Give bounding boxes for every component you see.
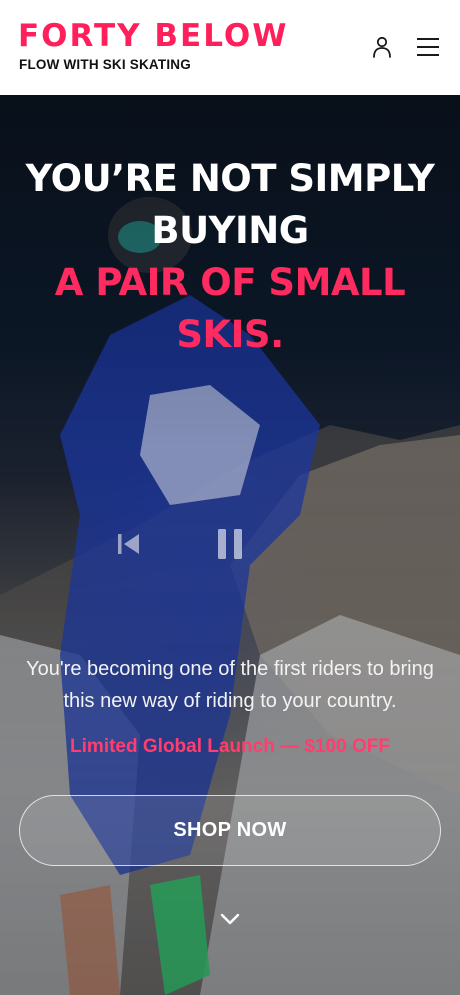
chevron-down-icon[interactable] (218, 910, 242, 928)
brand-logo[interactable]: FORTY BELOW (18, 18, 288, 54)
pause-icon[interactable] (214, 525, 246, 563)
site-header: FORTY BELOW FLOW WITH SKI SKATING (0, 0, 460, 95)
hero-description: You're becoming one of the first riders … (26, 658, 434, 712)
brand-tagline: FLOW WITH SKI SKATING (19, 57, 191, 72)
promo-text: Limited Global Launch — $100 OFF (70, 736, 390, 757)
shop-now-button[interactable]: SHOP NOW (19, 795, 441, 866)
previous-icon[interactable] (115, 529, 141, 559)
headline-line-3: A PAIR OF SMALL (54, 261, 406, 304)
hero-video: YOU’RE NOT SIMPLY BUYING A PAIR OF SMALL… (0, 95, 460, 995)
headline-line-4: SKIS. (176, 313, 284, 356)
menu-icon[interactable] (414, 33, 442, 61)
headline-line-1: YOU’RE NOT SIMPLY (25, 157, 435, 200)
user-icon[interactable] (368, 33, 396, 61)
headline-line-2: BUYING (151, 209, 309, 252)
